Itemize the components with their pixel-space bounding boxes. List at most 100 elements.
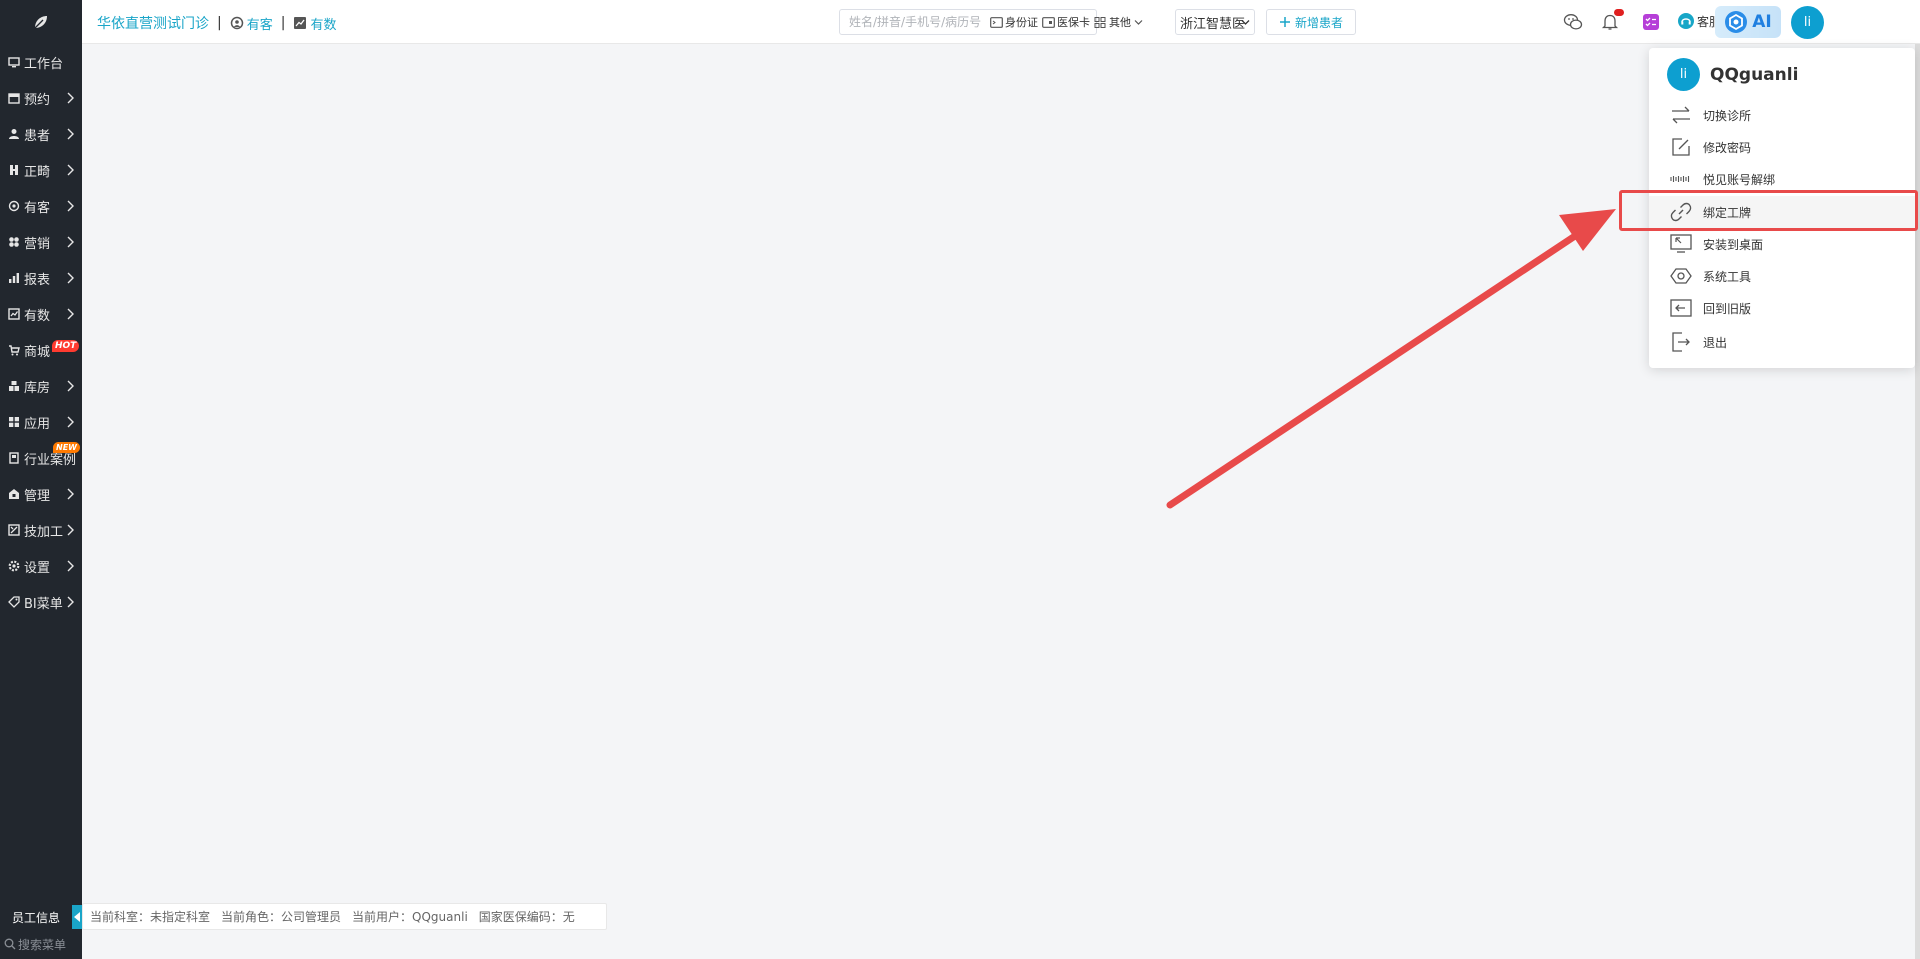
sidebar-item-workbench[interactable]: 工作台 xyxy=(0,44,82,80)
clinic-breadcrumb: 华依直营测试门诊 | 有客 | 有数 xyxy=(97,13,336,33)
triangle-left-icon xyxy=(74,912,80,922)
patient-search-input[interactable] xyxy=(840,10,986,34)
swap-icon xyxy=(1669,105,1693,125)
logout-icon xyxy=(1669,332,1693,352)
chevron-right-icon xyxy=(67,596,74,608)
sidebar-item-label: 营销 xyxy=(24,236,51,252)
other-option[interactable]: 其他 xyxy=(1094,14,1145,30)
install-desktop-icon xyxy=(1669,234,1693,254)
sidebar-item-label: 管理 xyxy=(24,488,51,504)
tasks-button[interactable] xyxy=(1640,12,1662,32)
sidebar-item-patient[interactable]: 患者 xyxy=(0,116,82,152)
manage-icon xyxy=(8,488,20,500)
id-card-icon xyxy=(990,16,1003,28)
sidebar: 工作台 预约 患者 正畸 有客 营销 报表 有数 商城 HOT 库房 应用 行业… xyxy=(0,0,82,959)
current-user: 当前用户：QQguanli xyxy=(352,910,468,924)
annotation-arrow xyxy=(1166,209,1616,509)
menu-item-label: 悦见账号解绑 xyxy=(1703,172,1776,187)
search-icon xyxy=(4,938,16,950)
separator: | xyxy=(280,15,286,31)
sidebar-item-label: 正畸 xyxy=(24,164,51,180)
unbind-icon xyxy=(1669,169,1693,189)
warehouse-icon xyxy=(8,380,20,392)
patient-search: 身份证 医保卡 其他 xyxy=(839,9,1143,35)
customer-link-label: 有客 xyxy=(246,17,273,33)
settings-tool-icon xyxy=(1669,266,1693,286)
sidebar-item-label: 工作台 xyxy=(24,56,64,72)
chevron-down-icon xyxy=(1241,20,1250,25)
sidebar-item-lab-processing[interactable]: 技加工 xyxy=(0,512,82,548)
checklist-icon xyxy=(1643,14,1659,30)
sidebar-item-warehouse[interactable]: 库房 xyxy=(0,368,82,404)
sidebar-item-orthodontics[interactable]: 正畸 xyxy=(0,152,82,188)
sidebar-item-label: 设置 xyxy=(24,560,51,576)
staff-info-toggle[interactable] xyxy=(72,905,82,929)
apps-icon xyxy=(8,416,20,428)
chevron-right-icon xyxy=(67,128,74,140)
menu-search[interactable]: 搜索菜单 xyxy=(4,934,78,954)
tag-icon xyxy=(8,596,20,608)
sidebar-item-label: 患者 xyxy=(24,128,51,144)
sidebar-item-manage[interactable]: 管理 xyxy=(0,476,82,512)
insurance-card-icon xyxy=(1042,16,1055,28)
user-avatar[interactable]: li xyxy=(1791,6,1824,39)
clinic-name[interactable]: 华依直营测试门诊 xyxy=(97,13,209,33)
headset-icon xyxy=(1678,13,1694,29)
sidebar-item-label: 库房 xyxy=(24,380,51,396)
book-icon xyxy=(8,452,20,464)
sidebar-item-mall[interactable]: 商城 HOT xyxy=(0,332,82,368)
menu-item-back-to-old[interactable]: 回到旧版 xyxy=(1649,292,1915,324)
trend-chart-icon xyxy=(8,308,20,320)
ai-button[interactable]: AI xyxy=(1715,6,1781,38)
menu-search-placeholder: 搜索菜单 xyxy=(18,937,67,952)
menu-item-label: 系统工具 xyxy=(1703,269,1752,284)
insurance-card-option[interactable]: 医保卡 xyxy=(1042,14,1090,30)
monitor-icon xyxy=(8,56,20,68)
menu-item-install-desktop[interactable]: 安装到桌面 xyxy=(1649,228,1915,260)
id-card-option[interactable]: 身份证 xyxy=(990,14,1038,30)
sidebar-item-settings[interactable]: 设置 xyxy=(0,548,82,584)
menu-item-change-password[interactable]: 修改密码 xyxy=(1649,131,1915,163)
region-select[interactable]: 浙江智慧医 xyxy=(1175,9,1255,35)
ai-logo-icon xyxy=(1725,11,1748,33)
menu-item-switch-clinic[interactable]: 切换诊所 xyxy=(1649,99,1915,131)
chevron-right-icon xyxy=(67,272,74,284)
sidebar-item-apps[interactable]: 应用 xyxy=(0,404,82,440)
sidebar-item-report[interactable]: 报表 xyxy=(0,260,82,296)
notification-button[interactable] xyxy=(1599,9,1624,32)
chevron-right-icon xyxy=(67,164,74,176)
app-logo[interactable] xyxy=(0,0,82,44)
wechat-button[interactable] xyxy=(1562,12,1584,32)
hot-badge: HOT xyxy=(52,340,80,352)
other-label: 其他 xyxy=(1109,16,1131,29)
sidebar-item-bi-menu[interactable]: BI菜单 xyxy=(0,584,82,620)
gear-icon xyxy=(8,560,20,572)
marketing-icon xyxy=(8,236,20,248)
data-link[interactable]: 有数 xyxy=(293,14,336,33)
add-patient-button[interactable]: 新增患者 xyxy=(1266,9,1356,35)
page-scrollbar[interactable] xyxy=(1915,44,1920,959)
data-link-label: 有数 xyxy=(310,17,337,33)
menu-item-system-tools[interactable]: 系统工具 xyxy=(1649,260,1915,292)
sidebar-item-marketing[interactable]: 营销 xyxy=(0,224,82,260)
edit-icon xyxy=(1669,137,1693,157)
menu-item-label: 切换诊所 xyxy=(1703,108,1752,123)
status-info-bar: 当前科室：未指定科室 当前角色：公司管理员 当前用户：QQguanli 国家医保… xyxy=(82,903,607,930)
sidebar-item-data[interactable]: 有数 xyxy=(0,296,82,332)
wechat-icon xyxy=(1563,14,1583,30)
current-role: 当前角色：公司管理员 xyxy=(221,910,342,924)
chevron-down-icon xyxy=(1134,19,1143,25)
dropdown-avatar: li xyxy=(1667,58,1700,91)
chevron-right-icon xyxy=(67,416,74,428)
menu-item-logout[interactable]: 退出 xyxy=(1649,326,1915,358)
sidebar-item-customer[interactable]: 有客 xyxy=(0,188,82,224)
sidebar-item-label: 报表 xyxy=(24,272,51,288)
add-patient-label: 新增患者 xyxy=(1294,15,1343,30)
sidebar-item-label: 商城 xyxy=(24,344,51,360)
staff-info-tab[interactable]: 员工信息 xyxy=(0,905,72,929)
cart-icon xyxy=(8,344,20,356)
customer-link[interactable]: 有客 xyxy=(230,14,273,33)
sidebar-item-industry-cases[interactable]: 行业案例 NEW xyxy=(0,440,82,476)
sidebar-item-appointment[interactable]: 预约 xyxy=(0,80,82,116)
tool-icon xyxy=(8,524,20,536)
